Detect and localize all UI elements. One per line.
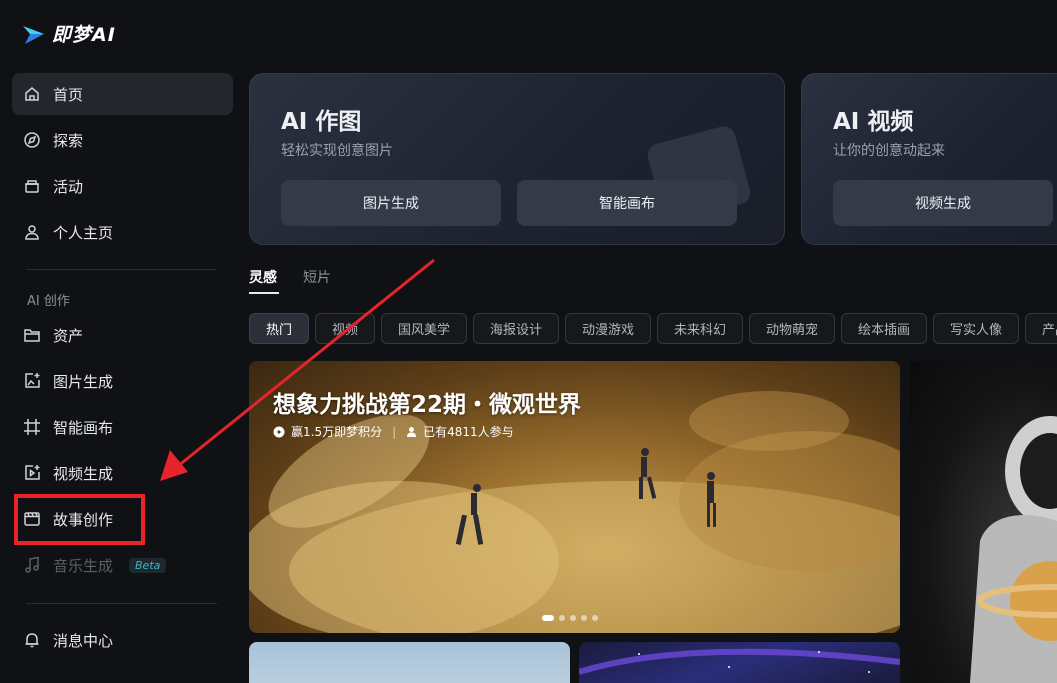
astronaut-illustration	[970, 416, 1057, 683]
sidebar-divider	[26, 603, 217, 604]
carousel-dot[interactable]	[581, 615, 587, 621]
chip-portrait[interactable]: 写实人像	[933, 313, 1019, 344]
bell-icon	[23, 631, 41, 649]
sidebar-item-label: 视频生成	[53, 464, 114, 483]
beta-badge: Beta	[129, 557, 167, 573]
carousel-indicator	[542, 615, 598, 621]
video-plus-icon	[23, 464, 41, 482]
carousel-dot[interactable]	[559, 615, 565, 621]
banner-title: 想象力挑战第22期・微观世界	[273, 392, 582, 418]
ai-video-card: AI 视频 让你的创意动起来 视频生成	[801, 73, 1057, 245]
chip-guofeng[interactable]: 国风美学	[381, 313, 467, 344]
home-icon	[23, 85, 41, 103]
tab-active-indicator	[249, 292, 279, 294]
sidebar-item-label: 音乐生成	[53, 556, 114, 575]
sidebar-item-label: 首页	[53, 85, 84, 104]
thumbnail-space-image	[579, 648, 900, 675]
gift-icon	[23, 177, 41, 195]
sidebar-item-profile[interactable]: 个人主页	[12, 211, 233, 253]
sidebar-divider	[26, 269, 217, 270]
banner-participants-text: 已有4811人参与	[423, 425, 514, 439]
card-title: AI 作图	[281, 109, 362, 135]
smart-canvas-button[interactable]: 智能画布	[517, 180, 737, 226]
sidebar: 即梦AI 首页 探索 活动 个人主页 AI 创作 资产 图片生成 智能画布 视频…	[0, 0, 244, 683]
sidebar-item-label: 个人主页	[53, 223, 114, 242]
video-generation-button[interactable]: 视频生成	[833, 180, 1053, 226]
logo-mark-icon	[23, 25, 44, 44]
image-plus-icon	[23, 372, 41, 390]
reward-icon	[273, 426, 285, 437]
carousel-dot[interactable]	[542, 615, 554, 621]
image-generation-button[interactable]: 图片生成	[281, 180, 501, 226]
compass-icon	[23, 131, 41, 149]
carousel-dot[interactable]	[570, 615, 576, 621]
meta-separator: |	[392, 424, 397, 439]
card-title: AI 视频	[833, 109, 914, 135]
banner-meta: 赢1.5万即梦积分 | 已有4811人参与	[273, 423, 514, 440]
gallery-thumbnail[interactable]	[249, 642, 570, 683]
app-logo[interactable]: 即梦AI	[22, 20, 116, 47]
card-subtitle: 让你的创意动起来	[833, 143, 945, 159]
chip-pets[interactable]: 动物萌宠	[749, 313, 835, 344]
section-title-ai-creation: AI 创作	[27, 294, 70, 309]
banner-reward-text: 赢1.5万即梦积分	[291, 425, 383, 439]
people-icon	[407, 427, 417, 437]
chip-video[interactable]: 视频	[315, 313, 375, 344]
sidebar-item-label: 活动	[53, 177, 84, 196]
canvas-icon	[23, 418, 41, 436]
sidebar-item-label: 智能画布	[53, 418, 114, 437]
chip-illustration[interactable]: 绘本插画	[841, 313, 927, 344]
sidebar-item-label: 资产	[53, 326, 84, 345]
chip-hot[interactable]: 热门	[249, 313, 309, 344]
carousel-dot[interactable]	[592, 615, 598, 621]
card-subtitle: 轻松实现创意图片	[281, 143, 393, 159]
sidebar-item-assets[interactable]: 资产	[12, 314, 233, 356]
sidebar-item-explore[interactable]: 探索	[12, 119, 233, 161]
sidebar-item-image-generation[interactable]: 图片生成	[12, 360, 233, 402]
sidebar-item-music-generation[interactable]: 音乐生成 Beta	[12, 544, 233, 586]
challenge-banner[interactable]: 想象力挑战第22期・微观世界 赢1.5万即梦积分 | 已有4811人参与	[249, 361, 900, 633]
chip-product[interactable]: 产品	[1025, 313, 1057, 344]
chip-poster[interactable]: 海报设计	[473, 313, 559, 344]
sidebar-item-activity[interactable]: 活动	[12, 165, 233, 207]
sidebar-item-label: 消息中心	[53, 631, 114, 650]
user-icon	[23, 223, 41, 241]
chip-sci-fi[interactable]: 未来科幻	[657, 313, 743, 344]
chip-anime-games[interactable]: 动漫游戏	[565, 313, 651, 344]
sidebar-item-home[interactable]: 首页	[12, 73, 233, 115]
sidebar-item-label: 探索	[53, 131, 84, 150]
highlight-annotation-box	[14, 494, 145, 545]
folder-icon	[23, 326, 41, 344]
tab-short-films[interactable]: 短片	[303, 267, 331, 287]
music-icon	[23, 556, 41, 574]
sidebar-item-smart-canvas[interactable]: 智能画布	[12, 406, 233, 448]
gallery-thumbnail[interactable]	[579, 642, 900, 683]
sidebar-item-messages[interactable]: 消息中心	[12, 619, 233, 661]
astronaut-feature-image[interactable]	[910, 361, 1057, 683]
sidebar-item-video-generation[interactable]: 视频生成	[12, 452, 233, 494]
logo-text: 即梦AI	[52, 24, 116, 46]
tab-inspiration[interactable]: 灵感	[249, 267, 277, 287]
ai-image-card: AI 作图 轻松实现创意图片 图片生成 智能画布	[249, 73, 785, 245]
sidebar-item-label: 图片生成	[53, 372, 114, 391]
